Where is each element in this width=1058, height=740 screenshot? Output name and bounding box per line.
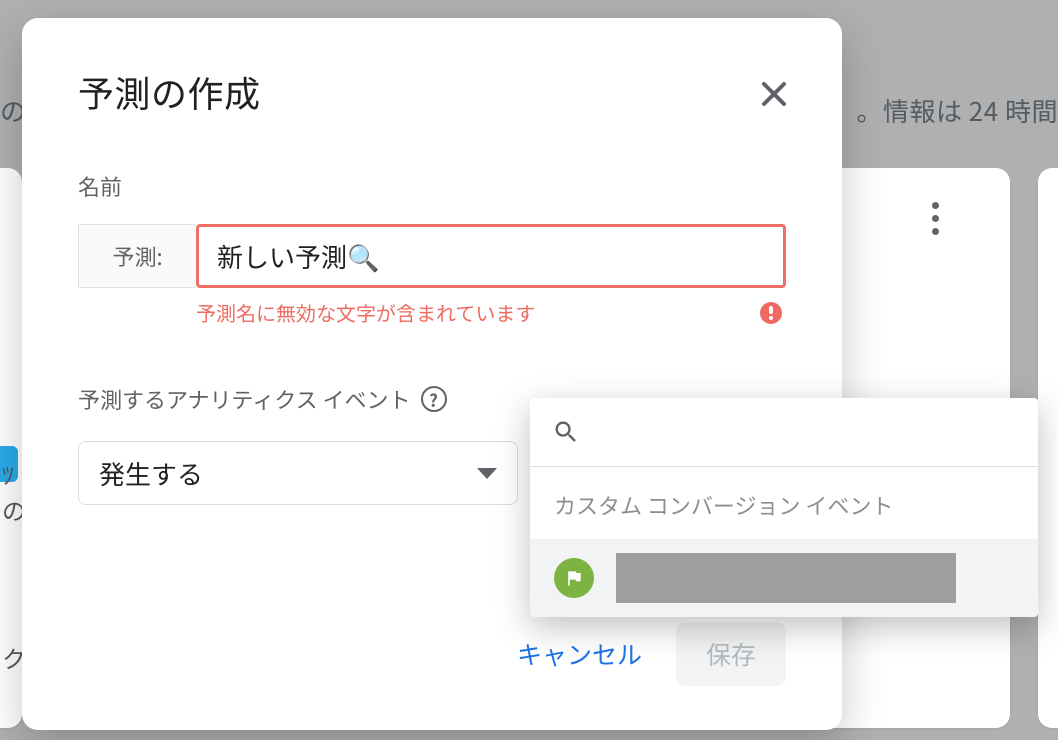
cancel-button[interactable]: キャンセル (517, 636, 642, 672)
name-prefix: 予測: (78, 224, 196, 288)
modal-actions: キャンセル 保存 (517, 622, 786, 686)
name-label: 名前 (78, 170, 786, 202)
event-label: 予測するアナリティクス イベント (78, 383, 411, 415)
name-field-row: 予測: (78, 224, 786, 288)
event-occurrence-select[interactable]: 発生する (78, 441, 518, 505)
close-button[interactable] (746, 66, 802, 122)
background-card-right (1038, 168, 1058, 728)
name-error-row: 予測名に無効な文字が含まれています (78, 298, 786, 327)
close-icon (759, 79, 789, 109)
name-input[interactable] (196, 224, 786, 288)
error-icon (760, 302, 782, 324)
event-search-row (530, 398, 1038, 467)
chevron-down-icon (477, 468, 497, 479)
event-option[interactable] (530, 539, 1038, 617)
name-error-text: 予測名に無効な文字が含まれています (196, 298, 760, 327)
save-button[interactable]: 保存 (676, 622, 786, 686)
conversion-flag-icon (554, 558, 594, 598)
help-icon[interactable]: ? (421, 386, 447, 412)
create-prediction-modal: 予測の作成 名前 予測: 予測名に無効な文字が含まれています 予測するアナリティ… (22, 18, 842, 730)
event-picker-popover: カスタム コンバージョン イベント (530, 398, 1038, 617)
search-icon (552, 418, 580, 446)
modal-title: 予測の作成 (78, 66, 786, 118)
select-value: 発生する (99, 455, 203, 492)
background-text-right: 。情報は 24 時間 (856, 92, 1058, 129)
background-text-fragment: ﾂ (2, 456, 14, 491)
event-search-input[interactable] (594, 419, 1016, 445)
popover-section-header: カスタム コンバージョン イベント (530, 467, 1038, 539)
event-option-label-redacted (616, 553, 956, 603)
overflow-menu-button[interactable] (920, 198, 950, 238)
